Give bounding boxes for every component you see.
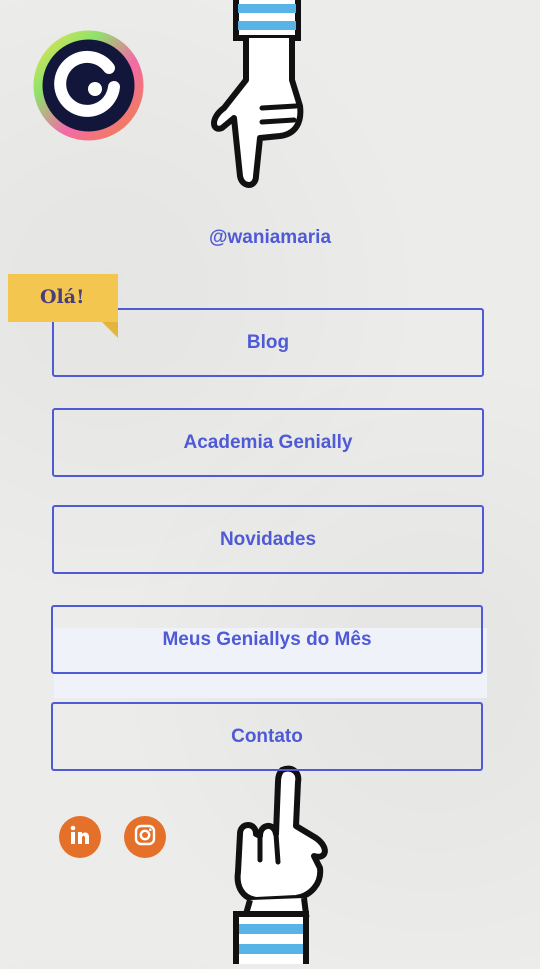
link-button-meus-geniallys[interactable]: Meus Geniallys do Mês bbox=[51, 605, 483, 674]
genially-logo[interactable] bbox=[33, 30, 144, 141]
badge-tail bbox=[102, 322, 118, 338]
link-button-novidades[interactable]: Novidades bbox=[52, 505, 484, 574]
pointing-down-hand-illustration bbox=[200, 0, 320, 192]
instagram-button[interactable] bbox=[124, 816, 166, 858]
link-button-academia-genially[interactable]: Academia Genially bbox=[52, 408, 484, 477]
greeting-badge: Olá! bbox=[8, 274, 118, 338]
link-button-contato[interactable]: Contato bbox=[51, 702, 483, 771]
linkedin-button[interactable] bbox=[59, 816, 101, 858]
greeting-label: Olá! bbox=[40, 286, 85, 308]
instagram-icon bbox=[134, 824, 156, 851]
pointing-up-hand-illustration bbox=[226, 764, 342, 969]
profile-username: @waniamaria bbox=[208, 227, 332, 248]
linkedin-icon bbox=[70, 825, 90, 850]
